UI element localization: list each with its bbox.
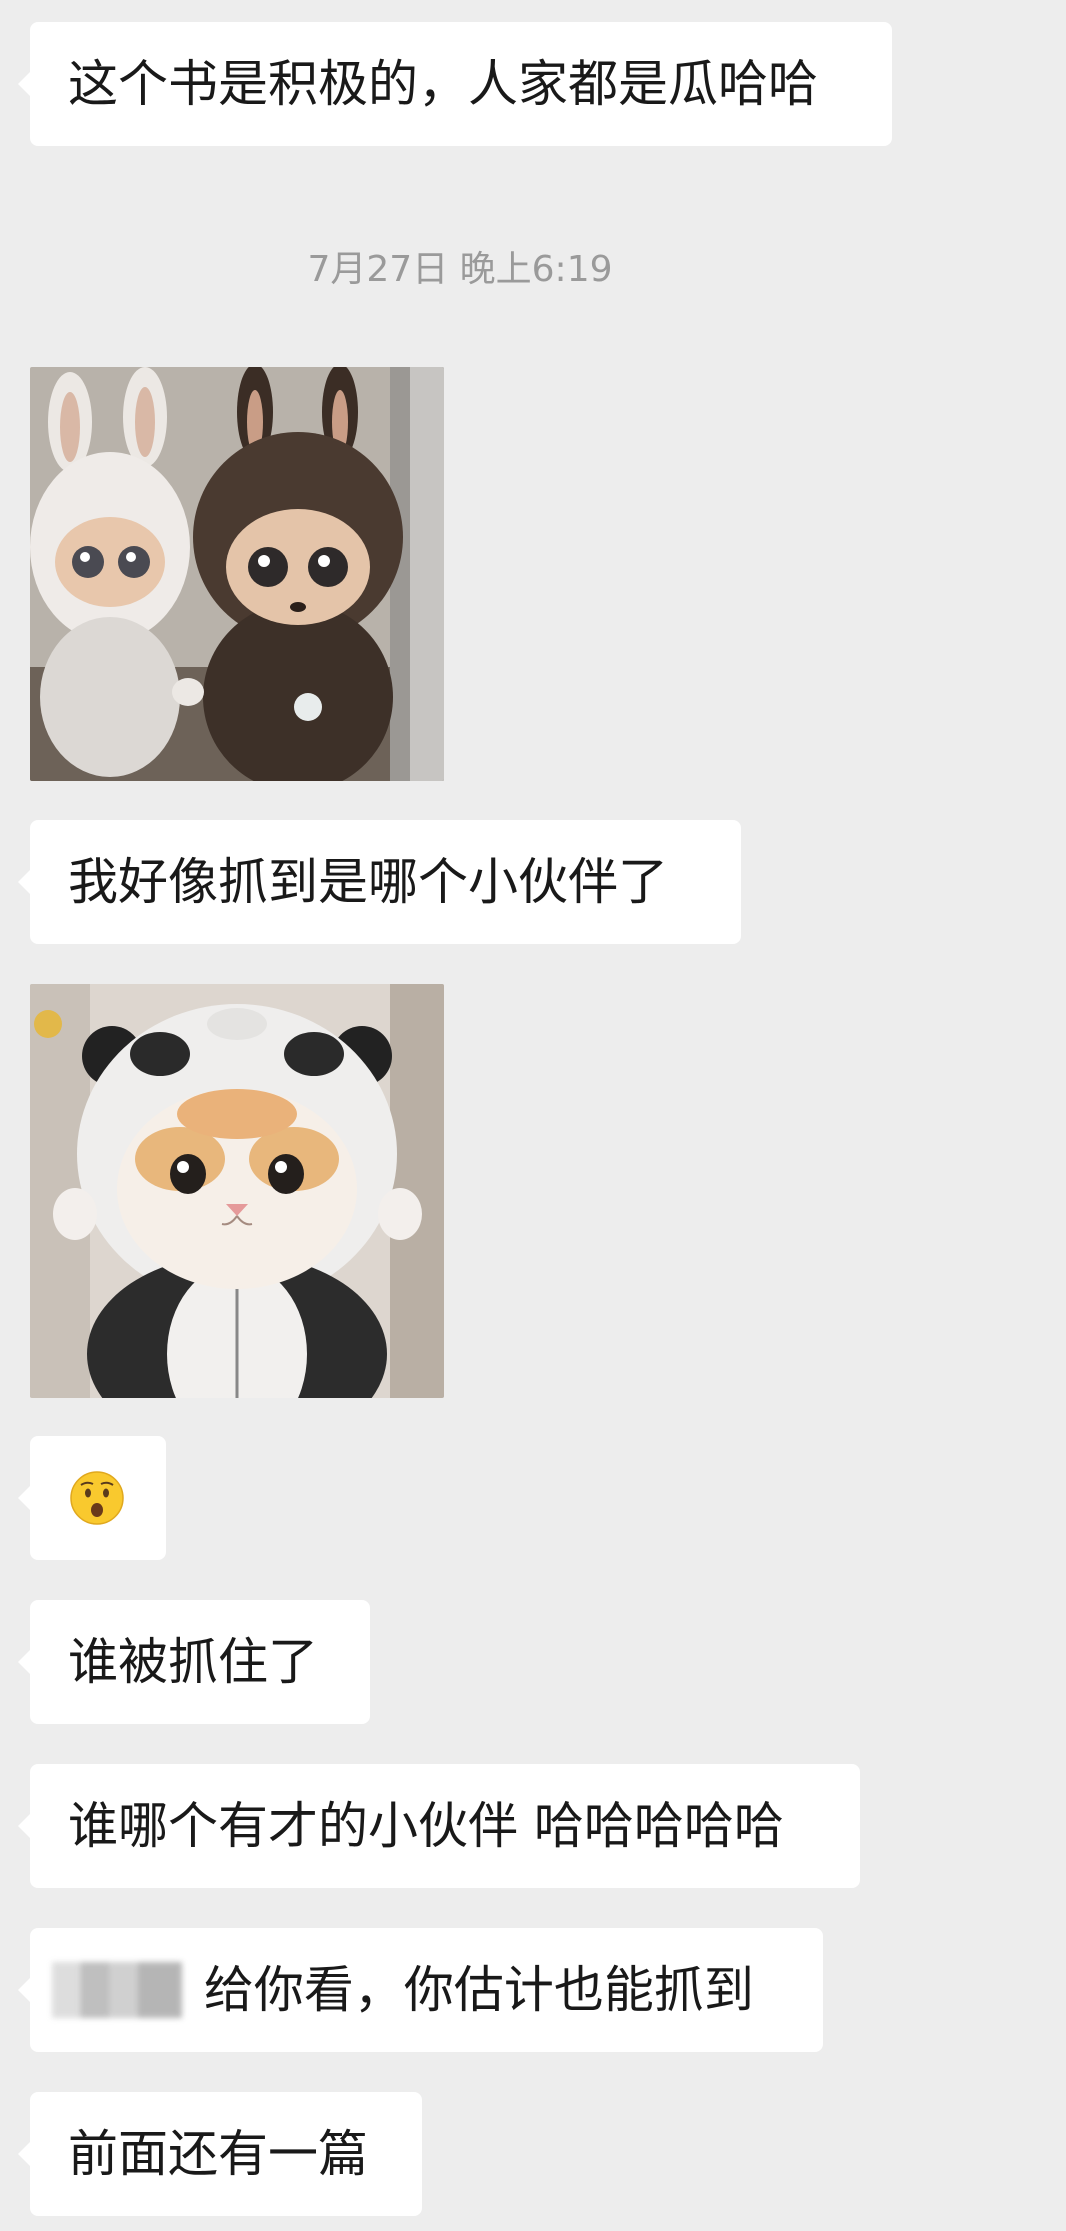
message-bubble[interactable]: 前面还有一篇	[18, 2092, 422, 2216]
blurred-mention-image	[52, 1961, 182, 2018]
message-bubble[interactable]: 给你看，你估计也能抓到	[18, 1928, 823, 2052]
message-bubble[interactable]: 谁被抓住了	[18, 1600, 370, 1724]
image-message-kitten[interactable]	[30, 984, 444, 1398]
message-text: 我好像抓到是哪个小伙伴了	[68, 853, 668, 911]
message-bubble[interactable]: 谁哪个有才的小伙伴 哈哈哈哈哈	[18, 1764, 860, 1888]
message-bubble[interactable]: 我好像抓到是哪个小伙伴了	[18, 820, 741, 944]
message-bubble[interactable]: 这个书是积极的，人家都是瓜哈哈	[18, 22, 892, 146]
message-text: 谁被抓住了	[68, 1633, 318, 1691]
message-text: 给你看，你估计也能抓到	[203, 1961, 754, 2019]
timestamp: 7月27日 晚上6:19	[307, 249, 613, 290]
message-bubble[interactable]	[18, 1436, 166, 1560]
kitten-photo	[30, 984, 444, 1398]
dolls-photo	[30, 367, 444, 781]
message-text: 前面还有一篇	[68, 2125, 368, 2183]
message-text: 这个书是积极的，人家都是瓜哈哈	[68, 55, 818, 113]
image-message-dolls[interactable]	[30, 367, 444, 781]
message-text: 谁哪个有才的小伙伴 哈哈哈哈哈	[68, 1797, 784, 1855]
hushed-face-emoji-icon	[70, 1470, 124, 1525]
